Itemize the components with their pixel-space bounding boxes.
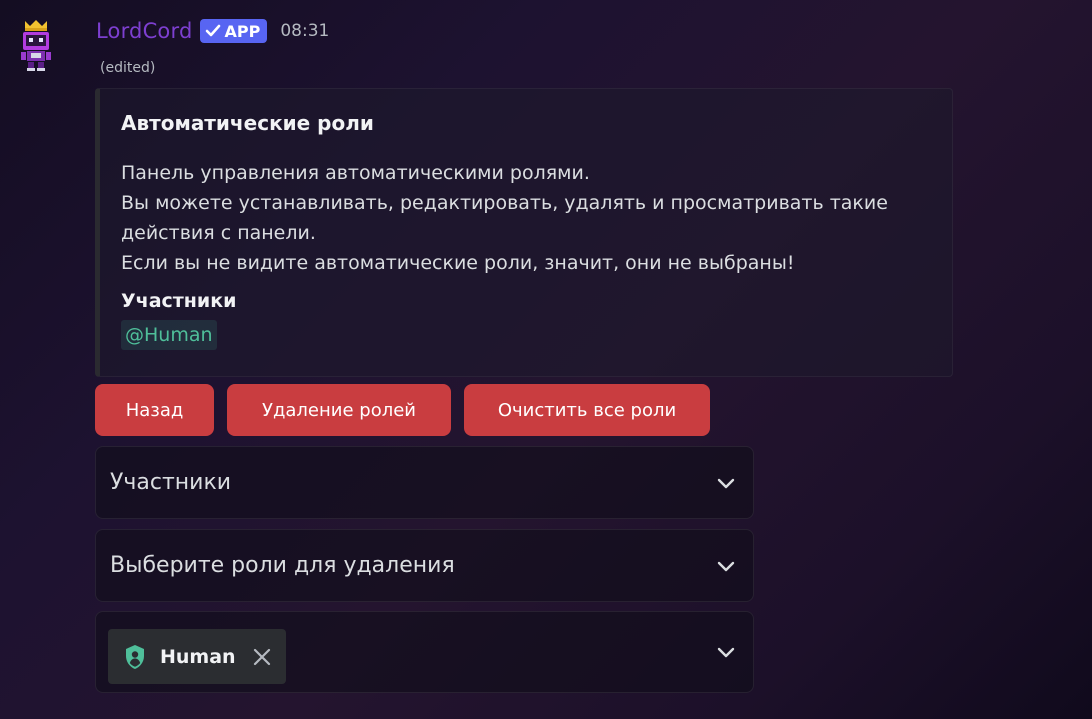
chevron-down-icon — [717, 561, 735, 571]
chevron-down-icon — [717, 478, 735, 488]
app-badge: APP — [200, 19, 268, 43]
embed-description-line: действия с панели. — [121, 222, 316, 244]
clear-all-roles-button[interactable]: Очистить все роли — [464, 384, 710, 436]
chevron-down-icon — [717, 647, 735, 658]
shield-user-icon — [126, 644, 144, 669]
embed-description-line: Если вы не видите автоматические роли, з… — [121, 252, 795, 274]
selected-role-label: Human — [160, 645, 236, 668]
app-badge-label: APP — [224, 21, 261, 41]
delete-roles-select-placeholder: Выберите роли для удаления — [110, 553, 455, 578]
message-timestamp[interactable]: 08:31 — [280, 21, 329, 41]
message-header: LordCord APP 08:31 — [96, 14, 329, 48]
role-select[interactable]: Human — [95, 611, 754, 693]
role-mention[interactable]: @Human — [121, 320, 217, 350]
embed-title: Автоматические роли — [121, 111, 374, 135]
delete-roles-button[interactable]: Удаление ролей — [227, 384, 451, 436]
embed-card: Автоматические роли Панель управления ав… — [95, 88, 953, 377]
delete-roles-select[interactable]: Выберите роли для удаления — [95, 529, 754, 602]
back-button[interactable]: Назад — [95, 384, 214, 436]
selected-role-chip: Human — [108, 629, 286, 684]
author-name[interactable]: LordCord — [96, 19, 192, 43]
embed-description-line: Панель управления автоматическими ролями… — [121, 162, 590, 184]
embed-description-line: Вы можете устанавливать, редактировать, … — [121, 192, 888, 214]
author-avatar[interactable] — [16, 18, 56, 72]
embed-field-name: Участники — [121, 290, 237, 312]
members-select-placeholder: Участники — [110, 470, 232, 495]
edited-label: (edited) — [100, 60, 156, 76]
members-select[interactable]: Участники — [95, 446, 754, 519]
embed-description: Панель управления автоматическими ролями… — [121, 158, 921, 278]
check-icon — [206, 24, 221, 37]
crowned-robot-avatar-icon — [21, 20, 51, 71]
close-icon[interactable] — [252, 647, 272, 667]
